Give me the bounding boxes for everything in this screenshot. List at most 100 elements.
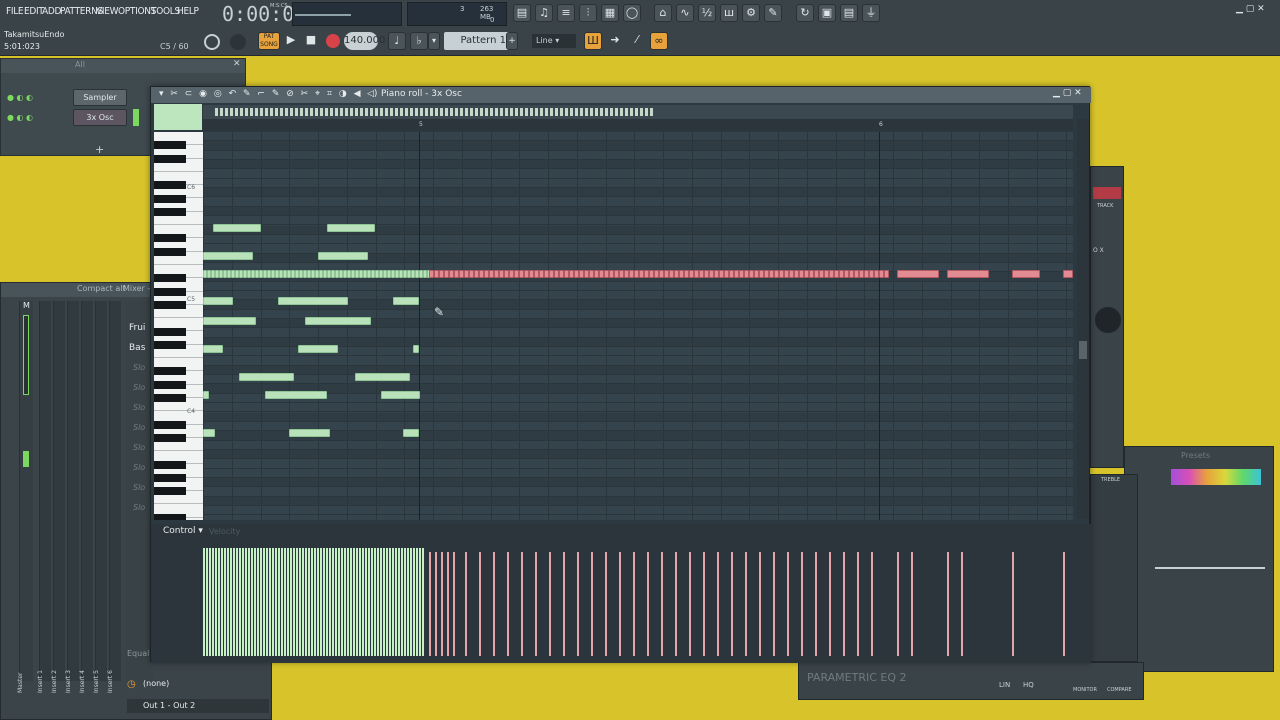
velocity-bar[interactable]	[422, 548, 424, 656]
note[interactable]	[289, 429, 330, 437]
note[interactable]	[947, 270, 989, 278]
velocity-bar[interactable]	[961, 552, 963, 656]
velocity-bar[interactable]	[413, 548, 415, 656]
piano-roll-tools[interactable]: ▾ ✂ ⊂ ◉ ◎ ↶ ✎ ⌐ ✎ ⊘ ✂ ⌖ ⌗ ◑ ◀	[159, 89, 363, 99]
velocity-bar[interactable]	[395, 548, 397, 656]
velocity-bar[interactable]	[248, 548, 250, 656]
velocity-bar[interactable]	[356, 548, 358, 656]
velocity-bar[interactable]	[332, 548, 334, 656]
velocity-bar[interactable]	[563, 552, 565, 656]
pat-song-toggle[interactable]: PAT SONG	[258, 32, 280, 50]
note[interactable]	[897, 270, 939, 278]
velocity-bar[interactable]	[374, 548, 376, 656]
channel-select-led[interactable]	[133, 109, 139, 126]
black-key[interactable]	[154, 420, 186, 429]
velocity-bar[interactable]	[353, 548, 355, 656]
fx-slot[interactable]: Slo	[133, 503, 145, 512]
channel-sampler[interactable]: Sampler	[73, 89, 127, 106]
velocity-bar[interactable]	[479, 552, 481, 656]
fx-slot[interactable]: Slo	[133, 363, 145, 372]
presets-label[interactable]: Presets	[1181, 451, 1210, 460]
velocity-bar[interactable]	[447, 552, 449, 656]
fx-slot[interactable]: Slo	[133, 423, 145, 432]
velocity-bar[interactable]	[359, 548, 361, 656]
velocity-bar[interactable]	[419, 548, 421, 656]
close-icon[interactable]: ✕	[233, 59, 241, 69]
browser-icon[interactable]: ▦	[601, 4, 619, 22]
band-knob-row[interactable]	[1155, 567, 1265, 569]
fx-slot[interactable]: Slo	[133, 443, 145, 452]
velocity-bar[interactable]	[843, 552, 845, 656]
velocity-bar[interactable]	[787, 552, 789, 656]
velocity-bar[interactable]	[731, 552, 733, 656]
velocity-bar[interactable]	[435, 552, 437, 656]
velocity-bar[interactable]	[911, 552, 913, 656]
velocity-bar[interactable]	[284, 548, 286, 656]
snap-select[interactable]: Line ▾	[532, 34, 576, 48]
black-key[interactable]	[154, 513, 186, 520]
velocity-bar[interactable]	[290, 548, 292, 656]
plugin-picker-icon[interactable]: ⌂	[654, 4, 672, 22]
velocity-bar[interactable]	[773, 552, 775, 656]
black-key[interactable]	[154, 287, 186, 296]
velocity-bar[interactable]	[251, 548, 253, 656]
velocity-bar[interactable]	[535, 552, 537, 656]
velocity-bar[interactable]	[215, 548, 217, 656]
play-icon[interactable]: ▶	[282, 32, 300, 50]
velocity-bar[interactable]	[507, 552, 509, 656]
velocity-bar[interactable]	[857, 552, 859, 656]
timeline-ruler[interactable]: 5 6	[203, 119, 1073, 131]
velocity-bar[interactable]	[305, 548, 307, 656]
record-icon[interactable]	[326, 34, 340, 48]
black-key[interactable]	[154, 300, 186, 309]
insert-strip[interactable]	[95, 301, 107, 681]
note[interactable]	[203, 252, 253, 260]
menu-view[interactable]: VIEW	[96, 6, 118, 20]
note[interactable]	[305, 317, 371, 325]
black-key[interactable]	[154, 207, 186, 216]
velocity-lanes[interactable]	[203, 538, 1073, 660]
add-pattern-icon[interactable]: +	[506, 32, 518, 50]
velocity-bar[interactable]	[326, 548, 328, 656]
velocity-bar[interactable]	[377, 548, 379, 656]
eq-band-selectors[interactable]	[1171, 469, 1261, 485]
note[interactable]	[298, 345, 338, 353]
velocity-bar[interactable]	[689, 552, 691, 656]
vertical-scrollbar[interactable]	[1077, 119, 1089, 519]
pitch-icon[interactable]: ♭	[410, 32, 428, 50]
note[interactable]	[203, 429, 215, 437]
piano-roll-titlebar[interactable]: ▾ ✂ ⊂ ◉ ◎ ↶ ✎ ⌐ ✎ ⊘ ✂ ⌖ ⌗ ◑ ◀ ◁) Piano r…	[151, 87, 1091, 103]
volume-knob[interactable]	[1095, 307, 1121, 333]
velocity-bar[interactable]	[203, 548, 205, 656]
velocity-bar[interactable]	[549, 552, 551, 656]
undo-history-icon[interactable]: ↻	[796, 4, 814, 22]
velocity-bar[interactable]	[257, 548, 259, 656]
velocity-bar[interactable]	[404, 548, 406, 656]
chat-icon[interactable]: ◯	[623, 4, 641, 22]
step-edit-icon[interactable]: ➜	[606, 32, 624, 50]
velocity-bar[interactable]	[1012, 552, 1014, 656]
cpu-icon[interactable]: ½	[698, 4, 716, 22]
menu-file[interactable]: FILE	[6, 6, 24, 20]
velocity-bar[interactable]	[317, 548, 319, 656]
velocity-bar[interactable]	[389, 548, 391, 656]
velocity-bar[interactable]	[368, 548, 370, 656]
channel-3x-osc[interactable]: 3x Osc	[73, 109, 127, 126]
insert-strip[interactable]	[81, 301, 93, 681]
fx-slot[interactable]: Slo	[133, 483, 145, 492]
velocity-bar[interactable]	[224, 548, 226, 656]
note-grid[interactable]	[203, 132, 1073, 520]
velocity-bar[interactable]	[947, 552, 949, 656]
hq-button[interactable]: HQ	[1023, 681, 1034, 689]
plug-icon[interactable]: ⏚	[862, 4, 880, 22]
velocity-bar[interactable]	[441, 552, 443, 656]
note[interactable]	[318, 252, 368, 260]
black-key[interactable]	[154, 487, 186, 496]
velocity-bar[interactable]	[410, 548, 412, 656]
velocity-bar[interactable]	[392, 548, 394, 656]
velocity-bar[interactable]	[829, 552, 831, 656]
speaker-icon[interactable]: ◁)	[367, 89, 377, 99]
track-button[interactable]	[1093, 187, 1121, 199]
insert-strip[interactable]	[39, 301, 51, 681]
master-fader[interactable]	[23, 451, 29, 467]
